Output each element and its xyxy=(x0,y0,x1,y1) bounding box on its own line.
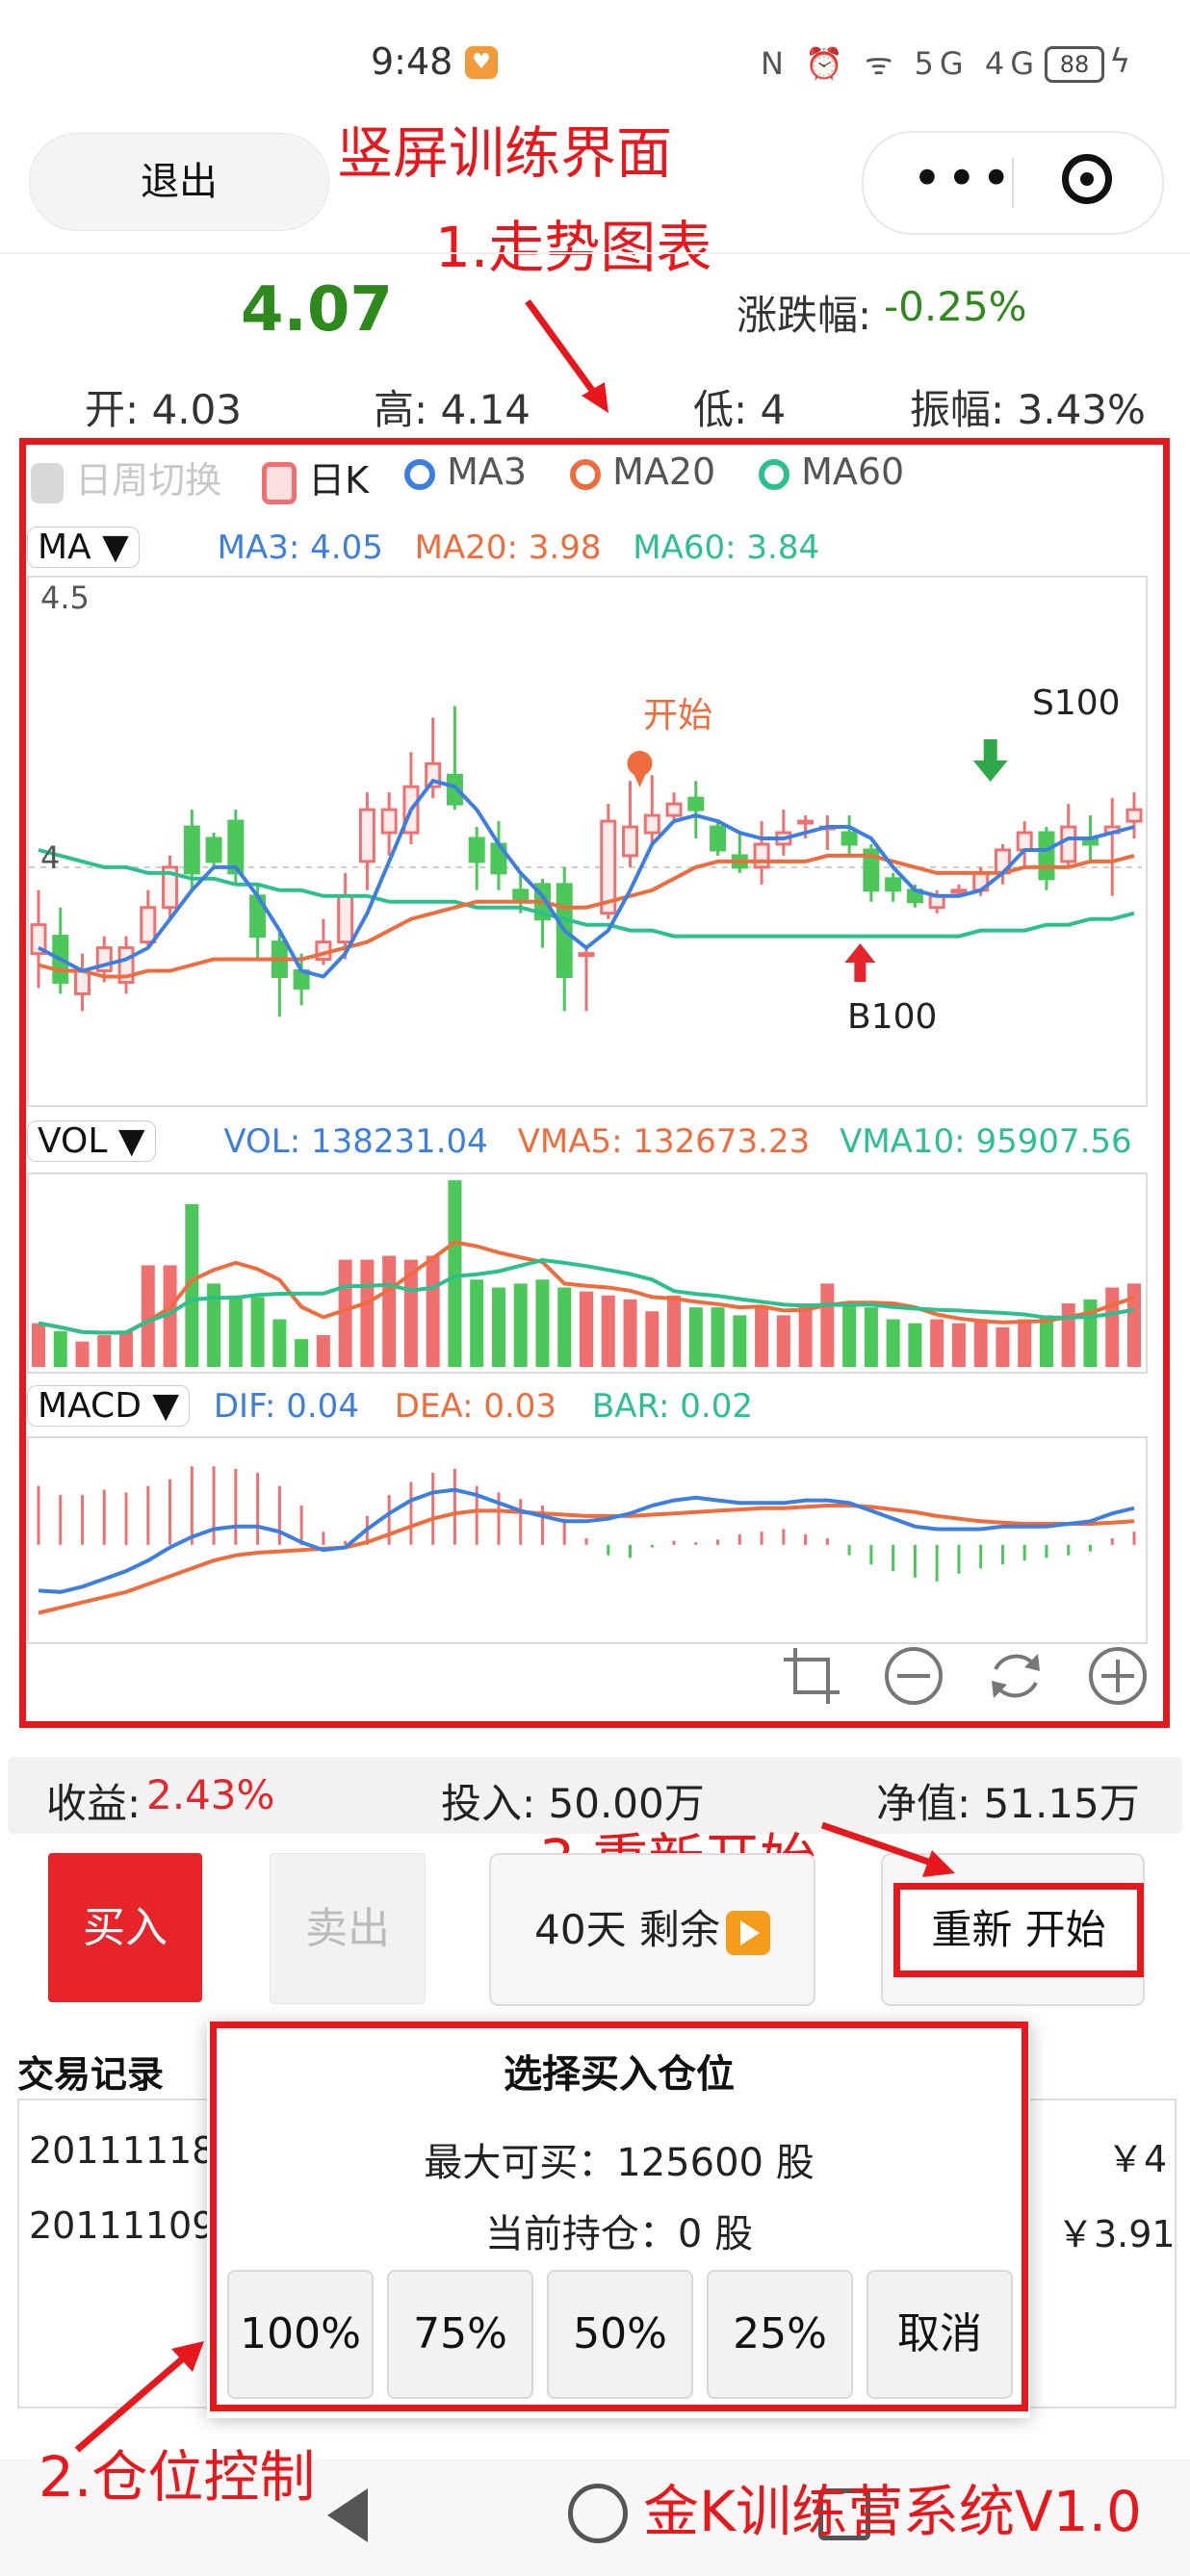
record-date: 20111109 xyxy=(29,2204,216,2247)
record-price: ￥3.91 xyxy=(1057,2213,1176,2255)
profit-value: 2.43% xyxy=(146,1771,275,1818)
sell-button[interactable]: 卖出 xyxy=(270,1853,426,2004)
annotation-position: 2.仓位控制 xyxy=(39,2444,316,2510)
home-icon[interactable] xyxy=(568,2484,628,2543)
days-remaining-button[interactable]: 40天 剩余 xyxy=(489,1853,815,2006)
records-title: 交易记录 xyxy=(17,2053,165,2096)
record-date: 20111118 xyxy=(29,2129,216,2172)
play-icon xyxy=(725,1910,770,1955)
record-price: ￥4 xyxy=(1107,2138,1168,2180)
days-remaining-label: 40天 剩余 xyxy=(534,1906,720,1953)
annotation-position-frame xyxy=(210,2022,1028,2411)
profit-label: 收益: xyxy=(46,1780,142,1827)
back-icon[interactable] xyxy=(327,2488,368,2542)
buy-button[interactable]: 买入 xyxy=(48,1853,202,2002)
restart-button[interactable]: 重新 开始 xyxy=(893,1883,1144,1977)
annotation-arrow-restart xyxy=(820,1821,955,1877)
annotation-system: 金K训练营系统V1.0 xyxy=(643,2479,1142,2544)
annotation-chart-frame xyxy=(19,438,1170,1728)
